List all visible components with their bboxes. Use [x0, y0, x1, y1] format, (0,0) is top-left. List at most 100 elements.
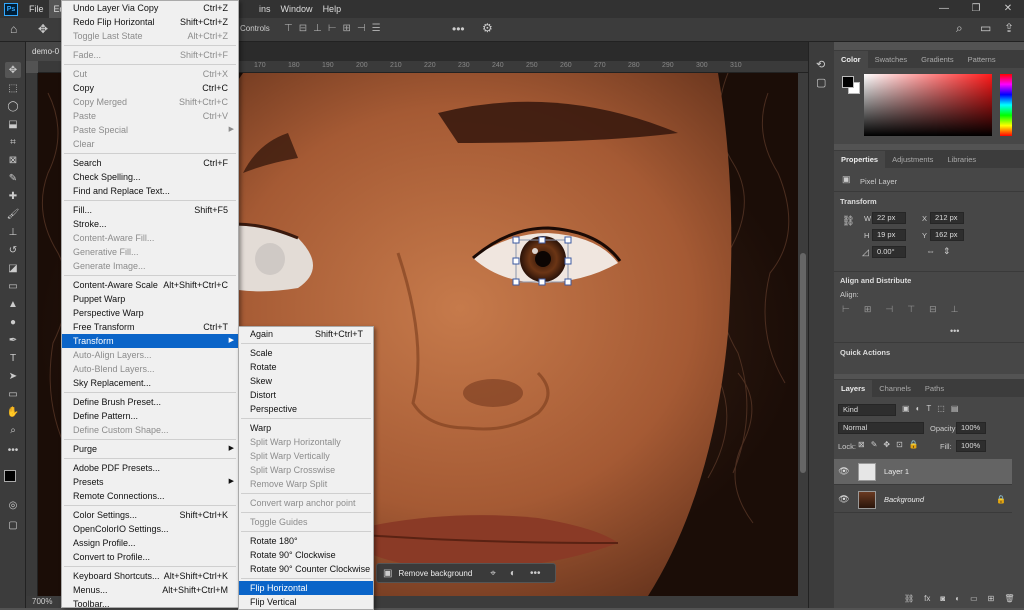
adjustment-layer-icon[interactable]: ◐ — [955, 594, 960, 603]
menu-item[interactable]: Generate Image... — [62, 259, 238, 273]
history-brush-icon[interactable]: ↺ — [5, 242, 21, 258]
workspace-icon[interactable]: ▭ — [980, 21, 991, 35]
layer-row[interactable]: 👁 Background 🔒 — [834, 487, 1012, 513]
maximize-icon[interactable]: ❐ — [960, 0, 992, 18]
menu-item[interactable]: Flip Horizontal — [239, 581, 373, 595]
brush-tool-icon[interactable]: 🖌 — [5, 206, 21, 222]
menu-item[interactable]: Split Warp Horizontally — [239, 435, 373, 449]
adjustment-icon[interactable]: ◐ — [510, 568, 516, 579]
color-picker-field[interactable] — [864, 74, 992, 136]
tab-color[interactable]: Color — [834, 51, 868, 68]
opacity-field[interactable]: 100% — [956, 422, 986, 434]
frame-tool-icon[interactable]: ⊠ — [5, 152, 21, 168]
more-options-icon[interactable]: ••• — [530, 568, 541, 579]
menu-file[interactable]: File — [24, 0, 49, 18]
menu-item[interactable]: Split Warp Crosswise — [239, 463, 373, 477]
menu-item[interactable]: Define Custom Shape... — [62, 423, 238, 437]
menu-item[interactable]: Purge ▶ — [62, 442, 238, 456]
scrollbar-thumb[interactable] — [800, 253, 806, 473]
menu-item[interactable]: Copy Ctrl+C — [62, 81, 238, 95]
tab-swatches[interactable]: Swatches — [868, 51, 915, 68]
menu-item[interactable]: Adobe PDF Presets... — [62, 461, 238, 475]
tab-layers[interactable]: Layers — [834, 380, 873, 397]
zoom-level[interactable]: 700% — [32, 597, 52, 606]
menu-item[interactable]: Assign Profile... — [62, 536, 238, 550]
menu-item[interactable]: Check Spelling... — [62, 170, 238, 184]
menu-item[interactable]: Perspective Warp — [62, 306, 238, 320]
filter-type-icon[interactable]: T — [926, 404, 931, 413]
menu-item[interactable]: Rotate 90° Counter Clockwise — [239, 562, 373, 576]
menu-item[interactable]: Transform ▶ — [62, 334, 238, 348]
menu-item[interactable]: Perspective — [239, 402, 373, 416]
lock-artboard-icon[interactable]: ⊡ — [896, 440, 903, 449]
tab-properties[interactable]: Properties — [834, 151, 886, 168]
quick-mask-icon[interactable]: ◎ — [5, 497, 21, 513]
gear-icon[interactable]: ⚙ — [482, 21, 493, 35]
menu-item[interactable]: Skew — [239, 374, 373, 388]
eraser-tool-icon[interactable]: ◪ — [5, 260, 21, 276]
new-layer-icon[interactable]: ⊞ — [988, 594, 995, 603]
distribute-icon[interactable]: ☰ — [372, 23, 381, 34]
fx-icon[interactable]: fx — [924, 594, 930, 603]
object-select-tool-icon[interactable]: ⬓ — [5, 116, 21, 132]
filter-adjustment-icon[interactable]: ◐ — [916, 404, 921, 413]
trash-icon[interactable]: 🗑 — [1004, 594, 1014, 603]
menu-item[interactable]: Redo Flip Horizontal Shift+Ctrl+Z — [62, 15, 238, 29]
align-bottom-icon[interactable]: ⊥ — [313, 23, 322, 34]
healing-tool-icon[interactable]: ✚ — [5, 188, 21, 204]
align-middle-icon[interactable]: ⊟ — [299, 23, 307, 34]
home-icon[interactable]: ⌂ — [10, 22, 17, 36]
tab-gradients[interactable]: Gradients — [914, 51, 961, 68]
foreground-color-swatch[interactable] — [842, 76, 854, 88]
align-vcenter-icon[interactable]: ⊟ — [929, 304, 937, 315]
menu-item[interactable]: Toggle Last State Alt+Ctrl+Z — [62, 29, 238, 43]
align-top-icon[interactable]: ⊤ — [907, 304, 915, 315]
menu-plugins[interactable]: ins — [254, 0, 276, 18]
transform-section-title[interactable]: Transform — [840, 197, 877, 206]
gradient-tool-icon[interactable]: ▭ — [5, 278, 21, 294]
menu-item[interactable]: Menus... Alt+Shift+Ctrl+M — [62, 583, 238, 597]
align-bottom-icon[interactable]: ⊥ — [951, 304, 959, 315]
flip-vertical-icon[interactable]: ⇕ — [943, 246, 951, 257]
screen-mode-icon[interactable]: ▢ — [5, 517, 21, 533]
menu-item[interactable]: Sky Replacement... — [62, 376, 238, 390]
align-right-icon[interactable]: ⊣ — [357, 23, 366, 34]
more-options-icon[interactable]: ••• — [452, 22, 465, 36]
menu-item[interactable]: Find and Replace Text... — [62, 184, 238, 198]
menu-item[interactable]: Cut Ctrl+X — [62, 67, 238, 81]
lasso-tool-icon[interactable]: ◯ — [5, 98, 21, 114]
menu-item[interactable]: Toggle Guides — [239, 515, 373, 529]
menu-item[interactable]: Color Settings... Shift+Ctrl+K — [62, 508, 238, 522]
lock-position-icon[interactable]: ✥ — [883, 440, 890, 449]
filter-pixel-icon[interactable]: ▣ — [902, 404, 910, 413]
menu-item[interactable]: Presets ▶ — [62, 475, 238, 489]
share-icon[interactable]: ⇪ — [1004, 21, 1014, 35]
lock-all-icon[interactable]: 🔒 — [909, 440, 919, 449]
menu-item[interactable]: Content-Aware Fill... — [62, 231, 238, 245]
stamp-tool-icon[interactable]: ⊥ — [5, 224, 21, 240]
menu-item[interactable]: Rotate — [239, 360, 373, 374]
align-left-icon[interactable]: ⊢ — [328, 23, 337, 34]
menu-item[interactable]: Convert warp anchor point — [239, 496, 373, 510]
hand-tool-icon[interactable]: ✋ — [5, 404, 21, 420]
align-section-title[interactable]: Align and Distribute — [840, 276, 911, 285]
menu-item[interactable]: Fill... Shift+F5 — [62, 203, 238, 217]
move-tool-icon[interactable]: ✥ — [5, 62, 21, 78]
menu-item[interactable]: Auto-Align Layers... — [62, 348, 238, 362]
menu-item[interactable]: Copy Merged Shift+Ctrl+C — [62, 95, 238, 109]
search-icon[interactable]: ⌕ — [956, 21, 963, 36]
layer-name[interactable]: Layer 1 — [884, 467, 909, 476]
minimize-icon[interactable]: — — [928, 0, 960, 18]
menu-item[interactable]: Remove Warp Split — [239, 477, 373, 491]
add-mask-icon[interactable]: ◙ — [940, 594, 945, 603]
layer-name[interactable]: Background — [884, 495, 924, 504]
flip-horizontal-icon[interactable]: ⇔ — [926, 246, 935, 257]
link-layers-icon[interactable]: ⛓ — [904, 594, 914, 603]
history-icon[interactable]: ⟲ — [816, 58, 825, 71]
menu-item[interactable]: Convert to Profile... — [62, 550, 238, 564]
select-subject-icon[interactable]: ⌖ — [490, 568, 496, 579]
menu-item[interactable]: Scale — [239, 346, 373, 360]
align-center-icon[interactable]: ⊞ — [343, 23, 351, 34]
menu-item[interactable]: Free Transform Ctrl+T — [62, 320, 238, 334]
lock-paint-icon[interactable]: ✎ — [871, 440, 878, 449]
